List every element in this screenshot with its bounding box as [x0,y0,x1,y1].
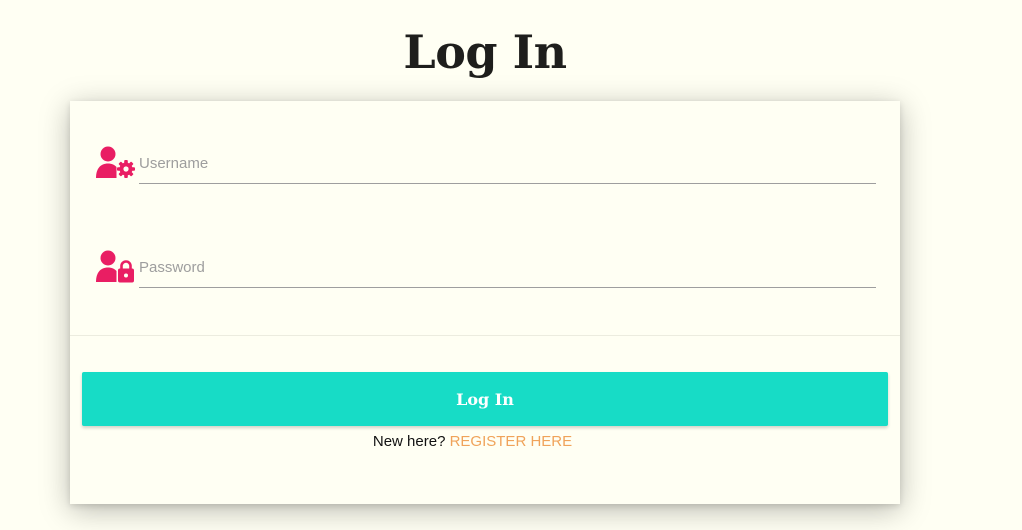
page-title: Log In [403,25,567,79]
username-field [96,143,876,193]
register-link[interactable]: REGISTER HERE [450,433,573,450]
login-button[interactable]: Log In [82,372,888,426]
divider [70,335,900,336]
user-cog-icon [96,145,136,181]
register-prompt-line: New here? REGISTER HERE [70,433,875,450]
password-field [96,247,876,297]
register-prompt: New here? [372,433,446,450]
login-card: Log In New here? REGISTER HERE [70,101,900,504]
password-input[interactable] [139,247,876,288]
username-input[interactable] [139,143,876,184]
user-lock-icon [96,249,136,285]
